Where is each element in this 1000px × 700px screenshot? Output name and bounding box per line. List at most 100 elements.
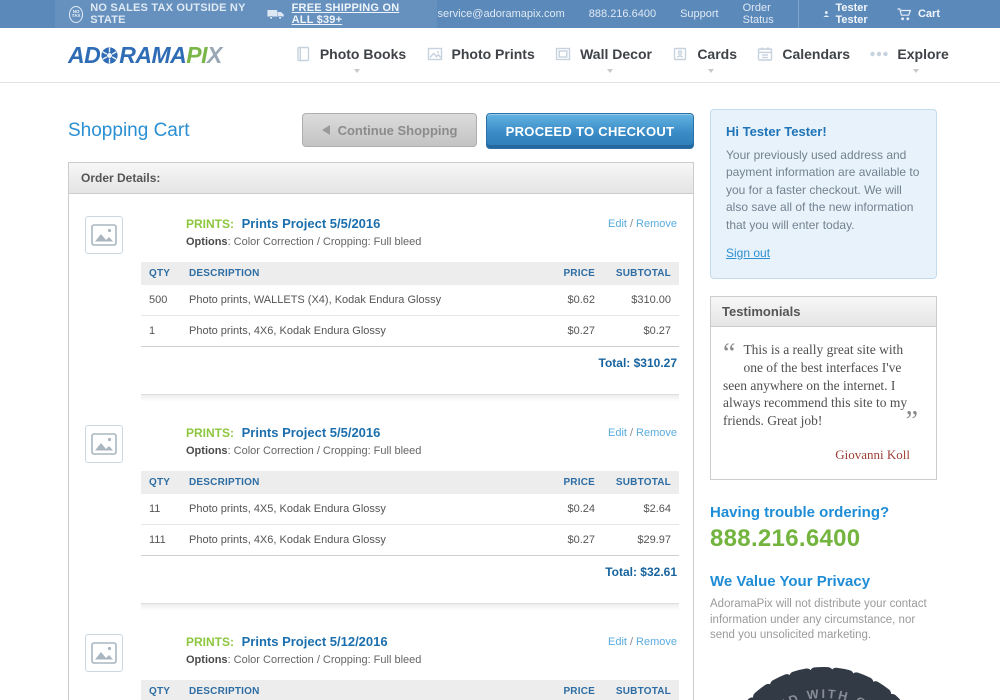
- sign-out-link[interactable]: Sign out: [726, 246, 770, 260]
- nav-label: Photo Books: [319, 46, 407, 62]
- edit-link[interactable]: Edit: [608, 218, 627, 230]
- account-user-name: Tester Tester: [835, 2, 868, 26]
- logo-text: RAMA: [119, 41, 187, 68]
- nav-label: Photo Prints: [451, 46, 535, 62]
- group-head: PRINTS: Prints Project 5/5/2016 Options:…: [186, 216, 679, 248]
- order-items-table: QTY DESCRIPTION PRICE SUBTOTAL 11 Photo …: [141, 471, 679, 588]
- group-title: PRINTS: Prints Project 5/5/2016: [186, 425, 559, 440]
- table-row: 1 Photo prints, 4X6, Kodak Endura Glossy…: [141, 316, 679, 347]
- topbar-right: service@adoramapix.com 888.216.6400 Supp…: [437, 0, 1000, 28]
- topbar-divider: [798, 0, 799, 28]
- cell-description: Photo prints, 4X6, Kodak Endura Glossy: [189, 534, 386, 546]
- group-total: Total: $32.61: [141, 555, 679, 588]
- product-type-label: PRINTS:: [186, 635, 234, 649]
- free-shipping-link[interactable]: FREE SHIPPING ON ALL $39+: [292, 2, 424, 26]
- primary-nav: Photo Books Photo Prints Wall Decor Card…: [294, 45, 949, 73]
- link-separator: /: [629, 427, 634, 439]
- cell-subtotal: $310.00: [631, 294, 671, 306]
- testimonial-author: Giovanni Koll: [835, 447, 910, 463]
- back-arrow-icon: [321, 125, 330, 135]
- main-column: Shopping Cart Continue Shopping PROCEED …: [68, 83, 694, 700]
- product-type-label: PRINTS:: [186, 217, 234, 231]
- options-label: Options: [186, 445, 228, 457]
- options-value: : Color Correction / Cropping: Full blee…: [227, 654, 422, 666]
- cell-price: $0.27: [567, 325, 595, 337]
- group-divider: [141, 394, 679, 403]
- group-options: Options: Color Correction / Cropping: Fu…: [186, 236, 559, 248]
- aperture-icon: [101, 46, 118, 64]
- chevron-down-icon: [708, 69, 715, 73]
- free-shipping-promo: FREE SHIPPING ON ALL $39+: [267, 2, 424, 26]
- nav-item-calendars[interactable]: Calendars: [756, 45, 850, 65]
- nav-item-explore[interactable]: Explore: [869, 45, 949, 73]
- nav-item-cards[interactable]: Cards: [671, 45, 737, 73]
- remove-link[interactable]: Remove: [636, 218, 677, 230]
- cell-subtotal: $2.64: [643, 503, 671, 515]
- edit-link[interactable]: Edit: [608, 427, 627, 439]
- account-menu[interactable]: Tester Tester: [823, 2, 873, 26]
- continue-shopping-button[interactable]: Continue Shopping: [302, 113, 477, 147]
- col-price: PRICE: [563, 477, 595, 488]
- col-subtotal: SUBTOTAL: [615, 686, 671, 697]
- main-navbar: AD RAMA PI X Photo Books Photo Prints Wa…: [0, 28, 1000, 83]
- continue-shopping-label: Continue Shopping: [337, 122, 458, 138]
- cell-price: $0.24: [567, 503, 595, 515]
- cell-description: Photo prints, 4X5, Kodak Endura Glossy: [189, 503, 386, 515]
- cell-subtotal: $29.97: [637, 534, 671, 546]
- head-buttons: Continue Shopping PROCEED TO CHECKOUT: [302, 113, 694, 149]
- group-options: Options: Color Correction / Cropping: Fu…: [186, 654, 559, 666]
- cart-link[interactable]: Cart: [897, 7, 940, 21]
- calendar-icon: [758, 47, 773, 61]
- logo-text: AD: [68, 41, 101, 68]
- support-link[interactable]: Support: [680, 8, 719, 20]
- close-quote-icon: ”: [905, 406, 918, 438]
- sidebar: Hi Tester Tester! Your previously used a…: [710, 109, 937, 700]
- order-items-table: QTY DESCRIPTION PRICE SUBTOTAL 500 Photo…: [141, 262, 679, 379]
- options-value: : Color Correction / Cropping: Full blee…: [227, 236, 422, 248]
- support-email-link[interactable]: service@adoramapix.com: [437, 8, 564, 20]
- cell-price: $0.62: [567, 294, 595, 306]
- logo-text: X: [206, 41, 222, 68]
- group-links: Edit / Remove: [608, 636, 677, 648]
- nav-item-wall-decor[interactable]: Wall Decor: [554, 45, 652, 73]
- project-thumbnail[interactable]: [85, 634, 123, 672]
- nav-item-photo-books[interactable]: Photo Books: [294, 45, 407, 73]
- project-name-link[interactable]: Prints Project 5/5/2016: [242, 216, 381, 231]
- remove-link[interactable]: Remove: [636, 427, 677, 439]
- project-thumbnail[interactable]: [85, 216, 123, 254]
- nav-label: Calendars: [782, 46, 851, 62]
- book-icon: [297, 46, 310, 62]
- cell-description: Photo prints, 4X6, Kodak Endura Glossy: [189, 325, 386, 337]
- adoramapix-logo[interactable]: AD RAMA PI X: [68, 42, 222, 69]
- proceed-to-checkout-label: PROCEED TO CHECKOUT: [505, 123, 675, 139]
- proceed-to-checkout-button[interactable]: PROCEED TO CHECKOUT: [486, 113, 694, 149]
- welcome-box: Hi Tester Tester! Your previously used a…: [710, 109, 937, 279]
- cell-qty: 11: [149, 503, 161, 515]
- col-qty: QTY: [149, 477, 171, 488]
- project-name-link[interactable]: Prints Project 5/5/2016: [242, 425, 381, 440]
- remove-link[interactable]: Remove: [636, 636, 677, 648]
- link-separator: /: [629, 218, 634, 230]
- logo-text: PI: [186, 41, 207, 68]
- group-options: Options: Color Correction / Cropping: Fu…: [186, 445, 559, 457]
- photo-icon: [427, 47, 442, 61]
- order-status-link[interactable]: Order Status: [743, 2, 775, 26]
- table-header-row: QTY DESCRIPTION PRICE SUBTOTAL: [141, 680, 679, 700]
- cart-group: PRINTS: Prints Project 5/12/2016 Options…: [69, 612, 693, 700]
- content: Shopping Cart Continue Shopping PROCEED …: [0, 83, 1000, 700]
- cell-description: Photo prints, WALLETS (X4), Kodak Endura…: [189, 294, 442, 306]
- chevron-down-icon: [607, 69, 614, 73]
- promo-strip: NO TAX NO SALES TAX OUTSIDE NY STATE FRE…: [55, 0, 438, 28]
- edit-link[interactable]: Edit: [608, 636, 627, 648]
- chevron-down-icon: [353, 69, 360, 73]
- table-header-row: QTY DESCRIPTION PRICE SUBTOTAL: [141, 262, 679, 285]
- group-links: Edit / Remove: [608, 218, 677, 230]
- nav-item-photo-prints[interactable]: Photo Prints: [426, 45, 535, 65]
- testimonial-text: This is a really great site with one of …: [723, 341, 908, 429]
- table-row: 11 Photo prints, 4X5, Kodak Endura Gloss…: [141, 494, 679, 525]
- group-title: PRINTS: Prints Project 5/5/2016: [186, 216, 559, 231]
- project-name-link[interactable]: Prints Project 5/12/2016: [242, 634, 388, 649]
- group-total: Total: $310.27: [141, 346, 679, 379]
- cart-group: PRINTS: Prints Project 5/5/2016 Options:…: [69, 194, 693, 403]
- project-thumbnail[interactable]: [85, 425, 123, 463]
